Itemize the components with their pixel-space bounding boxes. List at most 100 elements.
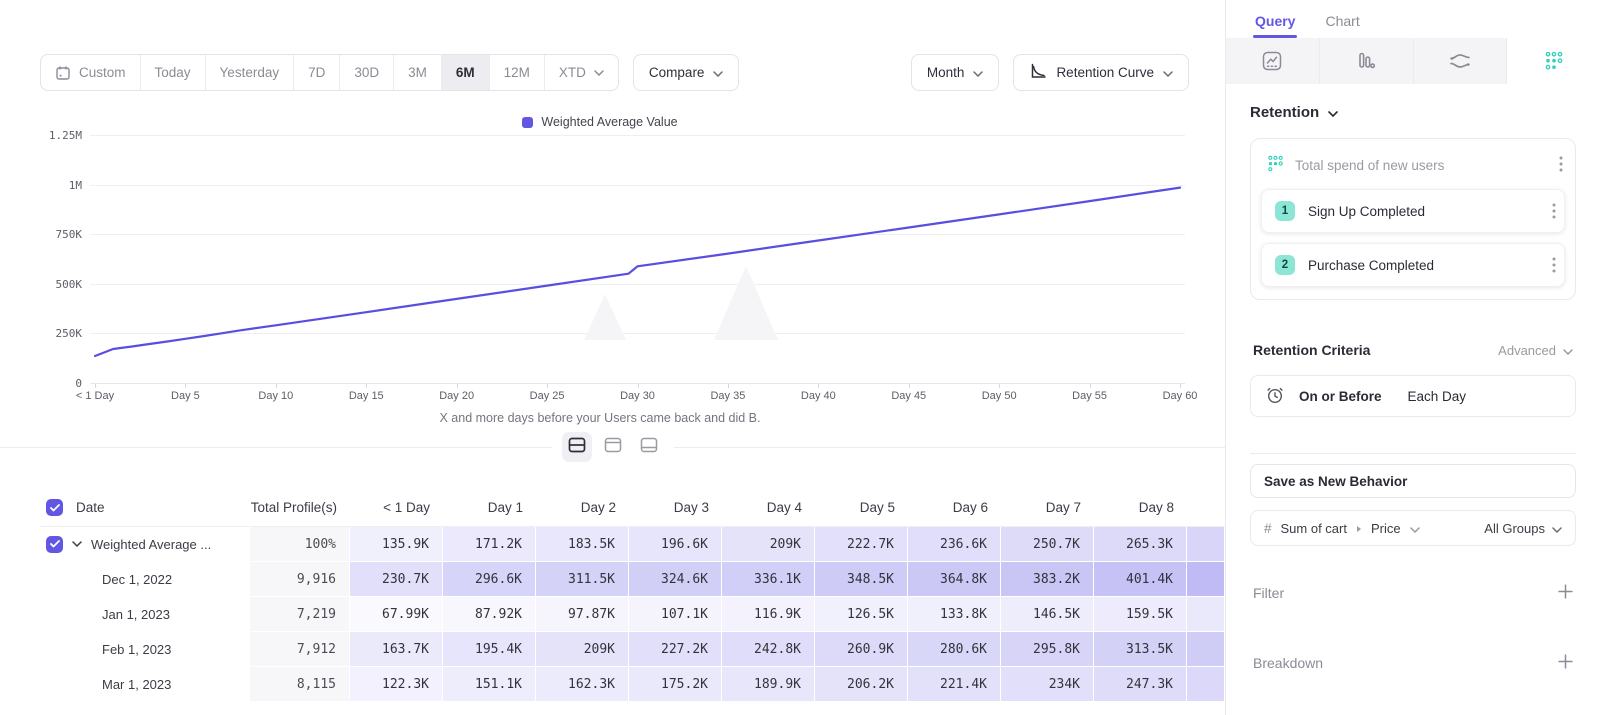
retention-value-cell[interactable]: 313.5K	[1094, 632, 1187, 667]
behavior-step[interactable]: 2Purchase Completed	[1261, 243, 1565, 287]
main-area: CustomTodayYesterday7D30D3M6M 12M XTD Comp…	[0, 0, 1225, 715]
retention-value-cell[interactable]: 348.5K	[815, 562, 908, 597]
retention-value-cell[interactable]: 122.3K	[350, 667, 443, 702]
criteria-card[interactable]: On or Before Each Day	[1250, 375, 1576, 417]
retention-value-cell[interactable]: 209K	[722, 527, 815, 562]
retention-line-chart[interactable]: 1.25M1M750K500K250K0< 1 DayDay 5Day 10Da…	[38, 129, 1208, 407]
behavior-step[interactable]: 1Sign Up Completed	[1261, 189, 1565, 233]
plus-icon[interactable]	[1558, 584, 1573, 602]
weighted-average-line[interactable]	[95, 188, 1180, 356]
retention-value-cell[interactable]: 234K	[1001, 667, 1094, 702]
retention-value-cell[interactable]: 116.9K	[722, 597, 815, 632]
retention-value-cell[interactable]: 280.6K	[908, 632, 1001, 667]
filter-add-row[interactable]: Filter	[1250, 584, 1576, 602]
retention-value-cell[interactable]: 250.7K	[1001, 527, 1094, 562]
chart-legend[interactable]: Weighted Average Value	[0, 115, 1200, 129]
retention-value-cell[interactable]: 324.6K	[629, 562, 722, 597]
retention-value-cell[interactable]: 311.5K	[536, 562, 629, 597]
metric-property[interactable]: Price	[1371, 521, 1401, 536]
retention-value-cell[interactable]: 336.1K	[722, 562, 815, 597]
retention-value-cell[interactable]: 209K	[536, 632, 629, 667]
report-type-selector[interactable]: Retention	[1250, 104, 1576, 121]
kebab-menu-icon[interactable]	[1559, 156, 1563, 175]
retention-value-cell[interactable]: 247.3K	[1094, 667, 1187, 702]
report-tab-funnels[interactable]	[1320, 38, 1414, 84]
layout-chart-only-button[interactable]	[598, 432, 628, 462]
report-tab-retention[interactable]	[1507, 38, 1600, 84]
retention-value-cell[interactable]: 236.6K	[908, 527, 1001, 562]
tab-chart[interactable]: Chart	[1325, 13, 1359, 38]
retention-value-cell[interactable]: 222.7K	[815, 527, 908, 562]
range-label: 12M	[504, 65, 530, 80]
range-7d[interactable]: 7D	[294, 55, 340, 90]
retention-value-cell[interactable]: 221.4K	[908, 667, 1001, 702]
date-cell[interactable]: Weighted Average ...	[40, 527, 250, 562]
granularity-button[interactable]: Month	[911, 54, 1000, 91]
retention-value-cell[interactable]: 227.2K	[629, 632, 722, 667]
plus-icon[interactable]	[1558, 654, 1573, 672]
criteria-operator[interactable]: On or Before	[1299, 389, 1382, 404]
retention-value-cell[interactable]: 242.8K	[722, 632, 815, 667]
range-today[interactable]: Today	[141, 55, 206, 90]
layout-split-button[interactable]	[562, 432, 592, 462]
clipped-value-cell	[1187, 597, 1225, 632]
date-cell[interactable]: Feb 1, 2023	[40, 632, 250, 667]
retention-value-cell[interactable]: 135.9K	[350, 527, 443, 562]
retention-value-cell[interactable]: 189.9K	[722, 667, 815, 702]
breakdown-add-row[interactable]: Breakdown	[1250, 654, 1576, 672]
retention-value-cell[interactable]: 126.5K	[815, 597, 908, 632]
retention-value-cell[interactable]: 383.2K	[1001, 562, 1094, 597]
retention-value-cell[interactable]: 151.1K	[443, 667, 536, 702]
behavior-header[interactable]: Total spend of new users	[1261, 149, 1565, 179]
kebab-menu-icon[interactable]	[1552, 203, 1556, 219]
retention-value-cell[interactable]: 133.8K	[908, 597, 1001, 632]
retention-value-cell[interactable]: 295.8K	[1001, 632, 1094, 667]
retention-value-cell[interactable]: 163.7K	[350, 632, 443, 667]
tab-query[interactable]: Query	[1255, 13, 1295, 38]
retention-value-cell[interactable]: 107.1K	[629, 597, 722, 632]
retention-value-cell[interactable]: 159.5K	[1094, 597, 1187, 632]
compare-button[interactable]: Compare	[633, 54, 740, 91]
retention-value-cell[interactable]: 230.7K	[350, 562, 443, 597]
retention-value-cell[interactable]: 364.8K	[908, 562, 1001, 597]
retention-value-cell[interactable]: 401.4K	[1094, 562, 1187, 597]
range-12m[interactable]: 12M	[490, 55, 545, 90]
metric-event[interactable]: Sum of cart	[1281, 521, 1347, 536]
retention-value-cell[interactable]: 195.4K	[443, 632, 536, 667]
layout-table-only-button[interactable]	[634, 432, 664, 462]
kebab-menu-icon[interactable]	[1552, 257, 1556, 273]
chart-type-button[interactable]: Retention Curve	[1013, 54, 1189, 91]
range-xtd[interactable]: XTD	[545, 55, 618, 90]
retention-value-cell[interactable]: 175.2K	[629, 667, 722, 702]
retention-value-cell[interactable]: 87.92K	[443, 597, 536, 632]
panel-tabs: Query Chart	[1226, 0, 1600, 38]
range-6m[interactable]: 6M	[442, 55, 490, 90]
retention-value-cell[interactable]: 171.2K	[443, 527, 536, 562]
date-cell[interactable]: Mar 1, 2023	[40, 667, 250, 702]
criteria-unit[interactable]: Each Day	[1408, 389, 1467, 404]
range-3m[interactable]: 3M	[394, 55, 442, 90]
retention-value-cell[interactable]: 265.3K	[1094, 527, 1187, 562]
retention-value-cell[interactable]: 67.99K	[350, 597, 443, 632]
date-cell[interactable]: Jan 1, 2023	[40, 597, 250, 632]
retention-value-cell[interactable]: 183.5K	[536, 527, 629, 562]
date-cell[interactable]: Dec 1, 2022	[40, 562, 250, 597]
retention-value-cell[interactable]: 296.6K	[443, 562, 536, 597]
retention-value-cell[interactable]: 146.5K	[1001, 597, 1094, 632]
range-custom[interactable]: Custom	[41, 55, 141, 90]
retention-value-cell[interactable]: 97.87K	[536, 597, 629, 632]
advanced-dropdown[interactable]: Advanced	[1498, 343, 1573, 358]
expand-chevron-icon[interactable]	[72, 541, 82, 547]
row-checkbox[interactable]	[46, 536, 63, 553]
retention-value-cell[interactable]: 206.2K	[815, 667, 908, 702]
save-as-new-behavior-button[interactable]: Save as New Behavior	[1250, 464, 1576, 498]
row-checkbox[interactable]	[46, 499, 63, 516]
retention-value-cell[interactable]: 196.6K	[629, 527, 722, 562]
all-groups-dropdown[interactable]: All Groups	[1484, 521, 1562, 536]
report-tab-insights[interactable]	[1226, 38, 1320, 84]
range-30d[interactable]: 30D	[340, 55, 394, 90]
retention-value-cell[interactable]: 260.9K	[815, 632, 908, 667]
retention-value-cell[interactable]: 162.3K	[536, 667, 629, 702]
range-yesterday[interactable]: Yesterday	[206, 55, 295, 90]
report-tab-flows[interactable]	[1414, 38, 1508, 84]
